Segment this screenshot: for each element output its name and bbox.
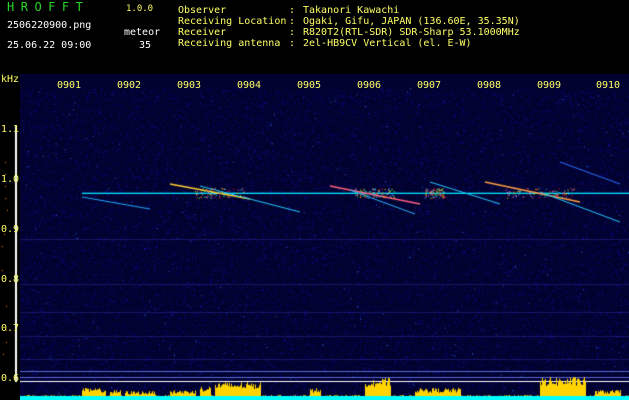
x-tick-label: 0908	[477, 80, 502, 91]
hrofft-window: HROFFT 1.0.0 2506220900.png 25.06.22 09:…	[0, 0, 629, 400]
info-row-receiver: Receiver : R820T2(RTL-SDR) SDR-Sharp 53.…	[178, 27, 520, 38]
info-label: Receiving antenna	[178, 38, 281, 49]
x-tick-label: 0901	[57, 80, 82, 91]
meteor-count: 35	[139, 40, 152, 51]
frequency-axis-strip	[0, 74, 20, 400]
info-row-location: Receiving Location : Ogaki, Gifu, JAPAN …	[178, 16, 520, 27]
y-tick-label: 0.6	[1, 373, 20, 384]
x-tick-label: 0904	[237, 80, 262, 91]
info-value: Ogaki, Gifu, JAPAN (136.60E, 35.35N)	[303, 16, 520, 27]
app-version: 1.0.0	[126, 4, 154, 14]
y-tick-label: 0.7	[1, 323, 20, 334]
x-tick-label: 0910	[596, 80, 621, 91]
x-tick-label: 0907	[417, 80, 442, 91]
capture-datetime: 25.06.22 09:00	[7, 40, 92, 51]
meteor-label: meteor	[124, 27, 161, 38]
x-tick-label: 0906	[357, 80, 382, 91]
info-row-observer: Observer : Takanori Kawachi	[178, 5, 520, 16]
y-tick-label: 0.8	[1, 274, 20, 285]
info-value: 2el-HB9CV Vertical (el. E-W)	[303, 38, 472, 49]
info-separator: :	[289, 16, 302, 27]
x-tick-label: 0903	[177, 80, 202, 91]
info-label: Observer	[178, 5, 227, 16]
info-separator: :	[289, 27, 302, 38]
info-value: Takanori Kawachi	[303, 5, 400, 16]
info-row-antenna: Receiving antenna : 2el-HB9CV Vertical (…	[178, 38, 520, 49]
y-tick-label: 1.0	[1, 174, 20, 185]
x-tick-label: 0909	[537, 80, 562, 91]
info-label: Receiving Location	[178, 16, 287, 27]
spectrogram	[20, 74, 629, 400]
info-separator: :	[289, 5, 302, 16]
file-name: 2506220900.png	[7, 20, 92, 31]
x-tick-label: 0902	[117, 80, 142, 91]
station-info: Observer : Takanori Kawachi Receiving Lo…	[178, 5, 520, 49]
app-logo: HROFFT	[7, 0, 90, 14]
y-tick-label: 0.9	[1, 224, 20, 235]
info-separator: :	[289, 38, 302, 49]
frequency-unit-label: kHz	[1, 74, 20, 85]
info-value: R820T2(RTL-SDR) SDR-Sharp 53.1000MHz	[303, 27, 520, 38]
x-tick-label: 0905	[297, 80, 322, 91]
info-label: Receiver	[178, 27, 227, 38]
y-tick-label: 1.1	[1, 124, 20, 135]
